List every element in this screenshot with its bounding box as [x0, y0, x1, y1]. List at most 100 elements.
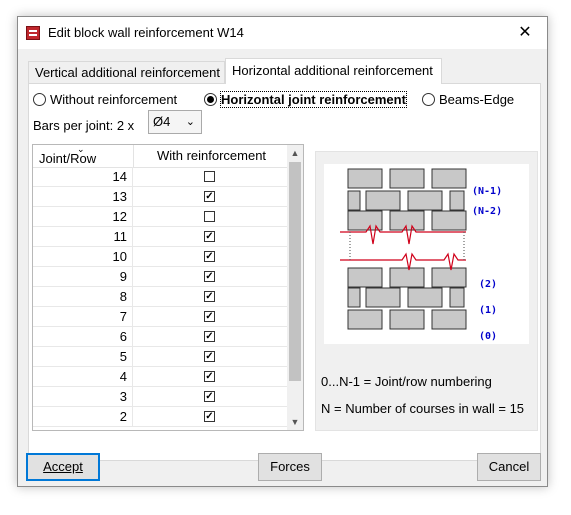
joint-table: ⌄ Joint/Row With reinforcement 14 13 ✓ 12 11… — [32, 144, 304, 431]
table-row: 13 ✓ — [33, 187, 288, 207]
reinforcement-checkbox[interactable] — [204, 211, 215, 222]
table-scrollbar[interactable]: ▲ ▼ — [287, 145, 303, 430]
brick — [389, 267, 425, 288]
column-separator — [132, 187, 133, 207]
table-row: 9 ✓ — [33, 267, 288, 287]
table-header: ⌄ Joint/Row With reinforcement — [33, 145, 288, 168]
radio-button-icon — [33, 93, 46, 106]
column-separator — [132, 387, 133, 407]
brick — [365, 287, 401, 308]
chevron-down-icon: ⌄ — [185, 116, 195, 128]
reinforcement-checkbox[interactable]: ✓ — [204, 371, 215, 382]
joint-number: 5 — [119, 349, 127, 364]
scroll-down-icon[interactable]: ▼ — [287, 414, 303, 430]
brick — [407, 190, 443, 211]
column-separator — [132, 207, 133, 227]
reinforcement-checkbox[interactable]: ✓ — [204, 271, 215, 282]
column-separator — [132, 327, 133, 347]
joint-number: 6 — [119, 329, 127, 344]
brick — [347, 287, 361, 308]
column-separator — [132, 247, 133, 267]
label-1: (1) — [479, 305, 497, 316]
table-row: 2 ✓ — [33, 407, 288, 427]
brick — [449, 287, 465, 308]
joint-number: 9 — [119, 269, 127, 284]
cancel-button[interactable]: Cancel — [477, 453, 541, 481]
table-row: 5 ✓ — [33, 347, 288, 367]
brick — [347, 190, 361, 211]
column-header-joint-row[interactable]: Joint/Row — [39, 151, 96, 166]
label-n-minus-2: (N-2) — [472, 206, 502, 217]
brick — [449, 190, 465, 211]
reinforcement-checkbox[interactable]: ✓ — [204, 251, 215, 262]
joint-number: 10 — [112, 249, 127, 264]
label-2: (2) — [479, 279, 497, 290]
scroll-up-icon[interactable]: ▲ — [287, 145, 303, 161]
brick — [407, 287, 443, 308]
column-separator — [132, 367, 133, 387]
reinforcement-checkbox[interactable]: ✓ — [204, 331, 215, 342]
window-title: Edit block wall reinforcement W14 — [48, 25, 244, 40]
radio-horizontal-joint-reinforcement[interactable]: Horizontal joint reinforcement — [204, 91, 407, 109]
brick — [389, 210, 425, 231]
table-row: 7 ✓ — [33, 307, 288, 327]
tab-vertical-reinforcement[interactable]: Vertical additional reinforcement — [28, 61, 225, 83]
close-icon[interactable]: ✕ — [503, 17, 547, 49]
bar-diameter-value: Ø4 — [153, 114, 171, 129]
wall-diagram: (N-1) (N-2) (2) (1) (0) — [324, 164, 529, 344]
bar-diameter-select[interactable]: Ø4 ⌄ — [148, 110, 202, 134]
brick — [389, 168, 425, 189]
joint-number: 3 — [119, 389, 127, 404]
courses-info: N = Number of courses in wall = 15 — [321, 401, 525, 416]
reinforcement-checkbox[interactable]: ✓ — [204, 311, 215, 322]
brick — [365, 190, 401, 211]
reinforcement-checkbox[interactable] — [204, 171, 215, 182]
reinforcement-checkbox[interactable]: ✓ — [204, 411, 215, 422]
joint-number: 7 — [119, 309, 127, 324]
column-separator — [132, 287, 133, 307]
table-row: 12 — [33, 207, 288, 227]
label-n-minus-1: (N-1) — [472, 186, 502, 197]
table-row: 10 ✓ — [33, 247, 288, 267]
title-bar: Edit block wall reinforcement W14 ✕ — [18, 17, 547, 49]
table-row: 4 ✓ — [33, 367, 288, 387]
brick — [431, 267, 467, 288]
scrollbar-thumb[interactable] — [289, 162, 301, 381]
joint-number: 14 — [112, 169, 127, 184]
radio-button-icon — [422, 93, 435, 106]
column-separator — [132, 167, 133, 187]
reinforcement-checkbox[interactable]: ✓ — [204, 391, 215, 402]
table-row: 3 ✓ — [33, 387, 288, 407]
joint-number: 12 — [112, 209, 127, 224]
column-separator — [132, 307, 133, 327]
radio-button-icon — [204, 93, 217, 106]
table-row: 6 ✓ — [33, 327, 288, 347]
column-separator — [132, 347, 133, 367]
numbering-info: 0...N-1 = Joint/row numbering — [321, 374, 492, 389]
accept-button-label: Accept — [43, 459, 83, 474]
label-0: (0) — [479, 331, 497, 342]
table-row: 11 ✓ — [33, 227, 288, 247]
column-separator — [132, 227, 133, 247]
joint-number: 4 — [119, 369, 127, 384]
reinforcement-checkbox[interactable]: ✓ — [204, 291, 215, 302]
joint-number: 13 — [112, 189, 127, 204]
brick — [431, 168, 467, 189]
forces-button[interactable]: Forces — [258, 453, 322, 481]
reinforcement-checkbox[interactable]: ✓ — [204, 191, 215, 202]
tab-horizontal-reinforcement[interactable]: Horizontal additional reinforcement — [225, 58, 442, 84]
brick — [347, 267, 383, 288]
brick — [431, 210, 467, 231]
joint-number: 8 — [119, 289, 127, 304]
bars-per-joint-label: Bars per joint: 2 x — [33, 118, 135, 133]
joint-number: 11 — [113, 229, 128, 244]
column-header-with-reinforcement[interactable]: With reinforcement — [133, 145, 289, 167]
table-row: 8 ✓ — [33, 287, 288, 307]
radio-beams-edge[interactable]: Beams-Edge — [422, 91, 514, 109]
brick — [389, 309, 425, 330]
accept-button[interactable]: Accept — [26, 453, 100, 481]
reinforcement-checkbox[interactable]: ✓ — [204, 231, 215, 242]
radio-without-reinforcement[interactable]: Without reinforcement — [33, 91, 177, 109]
reinforcement-checkbox[interactable]: ✓ — [204, 351, 215, 362]
dialog-window: Edit block wall reinforcement W14 ✕ Vert… — [17, 16, 548, 487]
